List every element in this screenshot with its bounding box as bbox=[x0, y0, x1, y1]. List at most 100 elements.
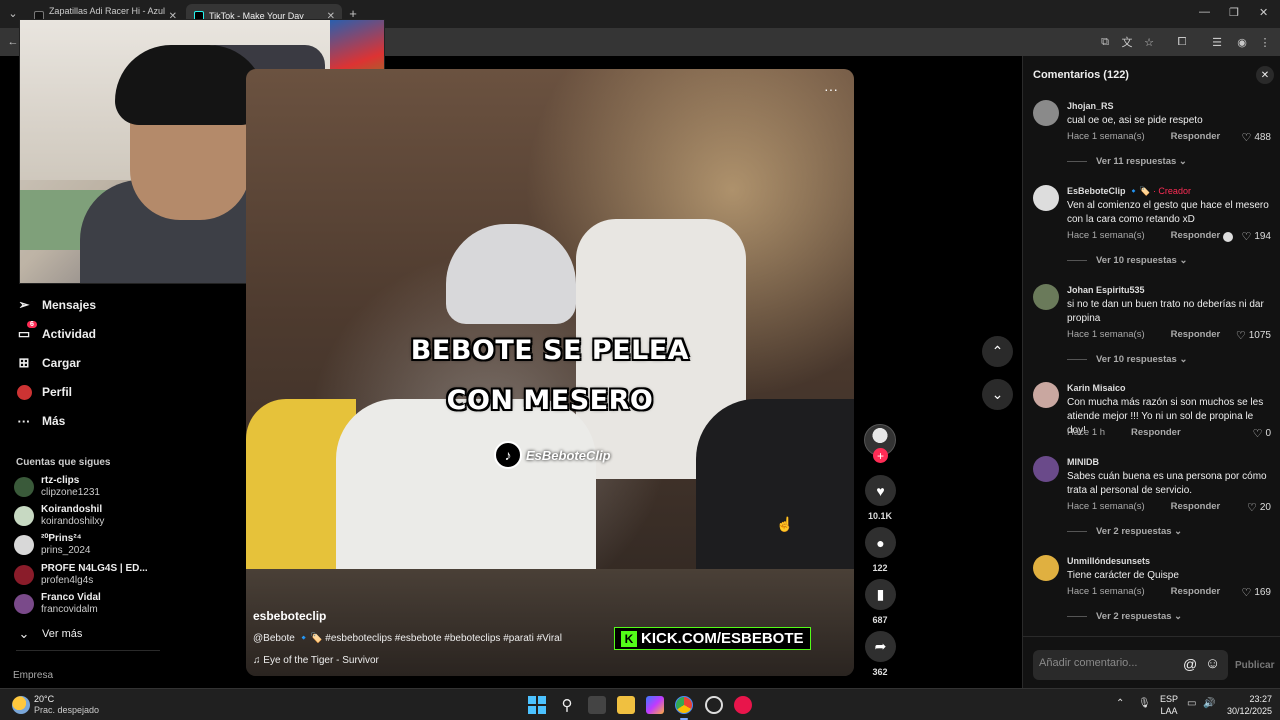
mention-icon[interactable]: @ bbox=[1183, 656, 1197, 672]
new-tab-button[interactable]: + bbox=[346, 6, 360, 21]
keyboard-layout: LAA bbox=[1160, 706, 1178, 716]
nav-upload[interactable]: ⊞ Cargar bbox=[16, 352, 81, 374]
comment-like-button[interactable]: ♡ 194 bbox=[1223, 230, 1271, 243]
account-handle: prins_2024 bbox=[41, 545, 91, 556]
view-replies-button[interactable]: Ver 2 respuestas ⌄ bbox=[1067, 611, 1182, 622]
language-code: ESP bbox=[1159, 694, 1178, 704]
following-account[interactable]: PROFE N4LG4S | ED... profen4lg4s bbox=[14, 562, 148, 588]
comment-like-button[interactable]: ♡ 488 bbox=[1241, 131, 1271, 144]
following-account[interactable]: Franco Vidal francovidalm bbox=[14, 591, 101, 617]
translate-icon[interactable]: 文 bbox=[1120, 35, 1134, 49]
bookmark-star-icon[interactable]: ☆ bbox=[1142, 35, 1156, 49]
nav-more[interactable]: ··· Más bbox=[16, 410, 66, 432]
language-indicator[interactable]: ESP LAA bbox=[1158, 693, 1180, 717]
media-player-icon[interactable] bbox=[734, 696, 752, 714]
reply-button[interactable]: Responder bbox=[1171, 501, 1221, 512]
restore-icon[interactable]: ❐ bbox=[1229, 6, 1239, 19]
view-replies-button[interactable]: Ver 11 respuestas ⌄ bbox=[1067, 156, 1187, 167]
profile-icon[interactable]: ◉ bbox=[1235, 35, 1249, 49]
comment-user[interactable]: Jhojan_RS bbox=[1067, 101, 1114, 111]
comments-panel: Comentarios (122) ✕ Jhojan_RS cual oe oe… bbox=[1022, 56, 1280, 688]
reading-list-icon[interactable]: ☰ bbox=[1210, 35, 1224, 49]
copilot-icon[interactable] bbox=[646, 696, 664, 714]
save-button[interactable]: ▮ bbox=[865, 579, 896, 610]
start-icon[interactable] bbox=[528, 696, 546, 714]
reply-button[interactable]: Responder bbox=[1171, 329, 1221, 340]
comment-input-box[interactable]: @ ☺ bbox=[1033, 650, 1228, 680]
previous-video-button[interactable]: ⌃ bbox=[982, 336, 1013, 367]
reply-button[interactable]: Responder bbox=[1171, 230, 1221, 241]
microphone-icon[interactable]: 🎙 bbox=[1138, 698, 1151, 709]
post-comment-button[interactable]: Publicar bbox=[1235, 660, 1274, 671]
music-note-icon: ♫ bbox=[253, 655, 264, 666]
app-icon[interactable] bbox=[705, 696, 723, 714]
video-caption-line2: CON MESERO bbox=[446, 385, 654, 416]
comment-like-button[interactable]: ♡ 169 bbox=[1241, 586, 1271, 599]
reply-button[interactable]: Responder bbox=[1131, 427, 1181, 438]
share-button[interactable]: ➦ bbox=[865, 631, 896, 662]
see-more-button[interactable]: ⌄ Ver más bbox=[16, 623, 83, 645]
account-handle: clipzone1231 bbox=[41, 487, 100, 498]
avatar bbox=[14, 477, 34, 497]
video-music[interactable]: ♫ Eye of the Tiger - Survivor bbox=[253, 655, 379, 666]
video-player[interactable]: BEBOTE SE PELEA CON MESERO ♪ EsBeboteCli… bbox=[246, 69, 854, 676]
reply-button[interactable]: Responder bbox=[1171, 586, 1221, 597]
extensions-icon[interactable]: ⧠ bbox=[1175, 35, 1189, 49]
weather-widget[interactable]: 20°C Prac. despejado bbox=[12, 694, 99, 716]
tab-search-icon[interactable]: ⌄ bbox=[6, 6, 20, 20]
following-account[interactable]: Koirandoshil koirandoshilxy bbox=[14, 503, 104, 529]
cast-icon[interactable]: ⧉ bbox=[1098, 35, 1112, 49]
comment-user[interactable]: MINIDB bbox=[1067, 457, 1099, 467]
back-icon[interactable]: ← bbox=[6, 35, 20, 49]
close-window-icon[interactable]: ✕ bbox=[1259, 6, 1268, 19]
menu-icon[interactable]: ⋮ bbox=[1258, 35, 1272, 49]
share-icon: ➦ bbox=[874, 638, 887, 654]
avatar[interactable] bbox=[1033, 382, 1059, 408]
comment-user[interactable]: Karin Misaico bbox=[1067, 383, 1126, 393]
nav-activity[interactable]: ▭ 6 Actividad bbox=[16, 321, 96, 345]
like-count: 20 bbox=[1259, 502, 1271, 513]
nav-messages[interactable]: ➢ Mensajes bbox=[16, 294, 96, 316]
comment-user[interactable]: EsBeboteClip 🔹🏷️ · Creador bbox=[1067, 186, 1191, 197]
comment-time: Hace 1 semana(s) bbox=[1067, 131, 1145, 142]
avatar[interactable] bbox=[1033, 555, 1059, 581]
view-replies-button[interactable]: Ver 10 respuestas ⌄ bbox=[1067, 354, 1187, 365]
avatar[interactable] bbox=[1033, 100, 1059, 126]
video-more-icon[interactable]: ··· bbox=[824, 81, 838, 97]
comment-button[interactable]: ● bbox=[865, 527, 896, 558]
comment-user[interactable]: Johan Espiritu535 bbox=[1067, 285, 1145, 295]
comment-like-button[interactable]: ♡ 20 bbox=[1247, 501, 1271, 514]
following-account[interactable]: ²⁰Prins²⁴ prins_2024 bbox=[14, 532, 90, 558]
avatar[interactable] bbox=[1033, 185, 1059, 211]
emoji-icon[interactable]: ☺ bbox=[1205, 655, 1220, 672]
volume-icon[interactable]: 🔊 bbox=[1203, 698, 1215, 709]
task-view-icon[interactable] bbox=[588, 696, 606, 714]
follow-plus-icon[interactable]: + bbox=[873, 448, 888, 463]
nav-profile[interactable]: Perfil bbox=[16, 381, 72, 403]
footer-link[interactable]: Empresa bbox=[13, 670, 53, 681]
clock[interactable]: 23:27 30/12/2025 bbox=[1222, 693, 1272, 717]
video-author[interactable]: esbeboteclip bbox=[253, 609, 326, 623]
comment-input[interactable] bbox=[1039, 657, 1179, 669]
chrome-icon[interactable] bbox=[675, 696, 693, 714]
comment-like-button[interactable]: ♡ 1075 bbox=[1236, 329, 1271, 342]
search-icon[interactable]: ⚲ bbox=[558, 696, 576, 714]
avatar[interactable] bbox=[1033, 284, 1059, 310]
video-description[interactable]: @Bebote 🔹🏷️ #esbeboteclips #esbebote #be… bbox=[253, 633, 562, 644]
view-replies-button[interactable]: Ver 10 respuestas ⌄ bbox=[1067, 255, 1187, 266]
following-account[interactable]: rtz-clips clipzone1231 bbox=[14, 474, 100, 500]
file-explorer-icon[interactable] bbox=[617, 696, 635, 714]
close-comments-button[interactable]: ✕ bbox=[1256, 66, 1274, 84]
like-button[interactable]: ♥ bbox=[865, 475, 896, 506]
view-replies-button[interactable]: Ver 2 respuestas ⌄ bbox=[1067, 526, 1182, 537]
comment-like-button[interactable]: ♡ 0 bbox=[1253, 427, 1271, 440]
network-icon[interactable]: ▭ bbox=[1187, 698, 1196, 709]
send-icon: ➢ bbox=[18, 297, 30, 312]
comment-user[interactable]: Unmillóndesunsets bbox=[1067, 556, 1150, 566]
avatar[interactable] bbox=[1033, 456, 1059, 482]
tray-overflow-icon[interactable]: ⌃ bbox=[1116, 698, 1124, 709]
minimize-icon[interactable]: — bbox=[1199, 6, 1210, 18]
next-video-button[interactable]: ⌄ bbox=[982, 379, 1013, 410]
bookmark-icon: ▮ bbox=[876, 586, 885, 602]
reply-button[interactable]: Responder bbox=[1171, 131, 1221, 142]
